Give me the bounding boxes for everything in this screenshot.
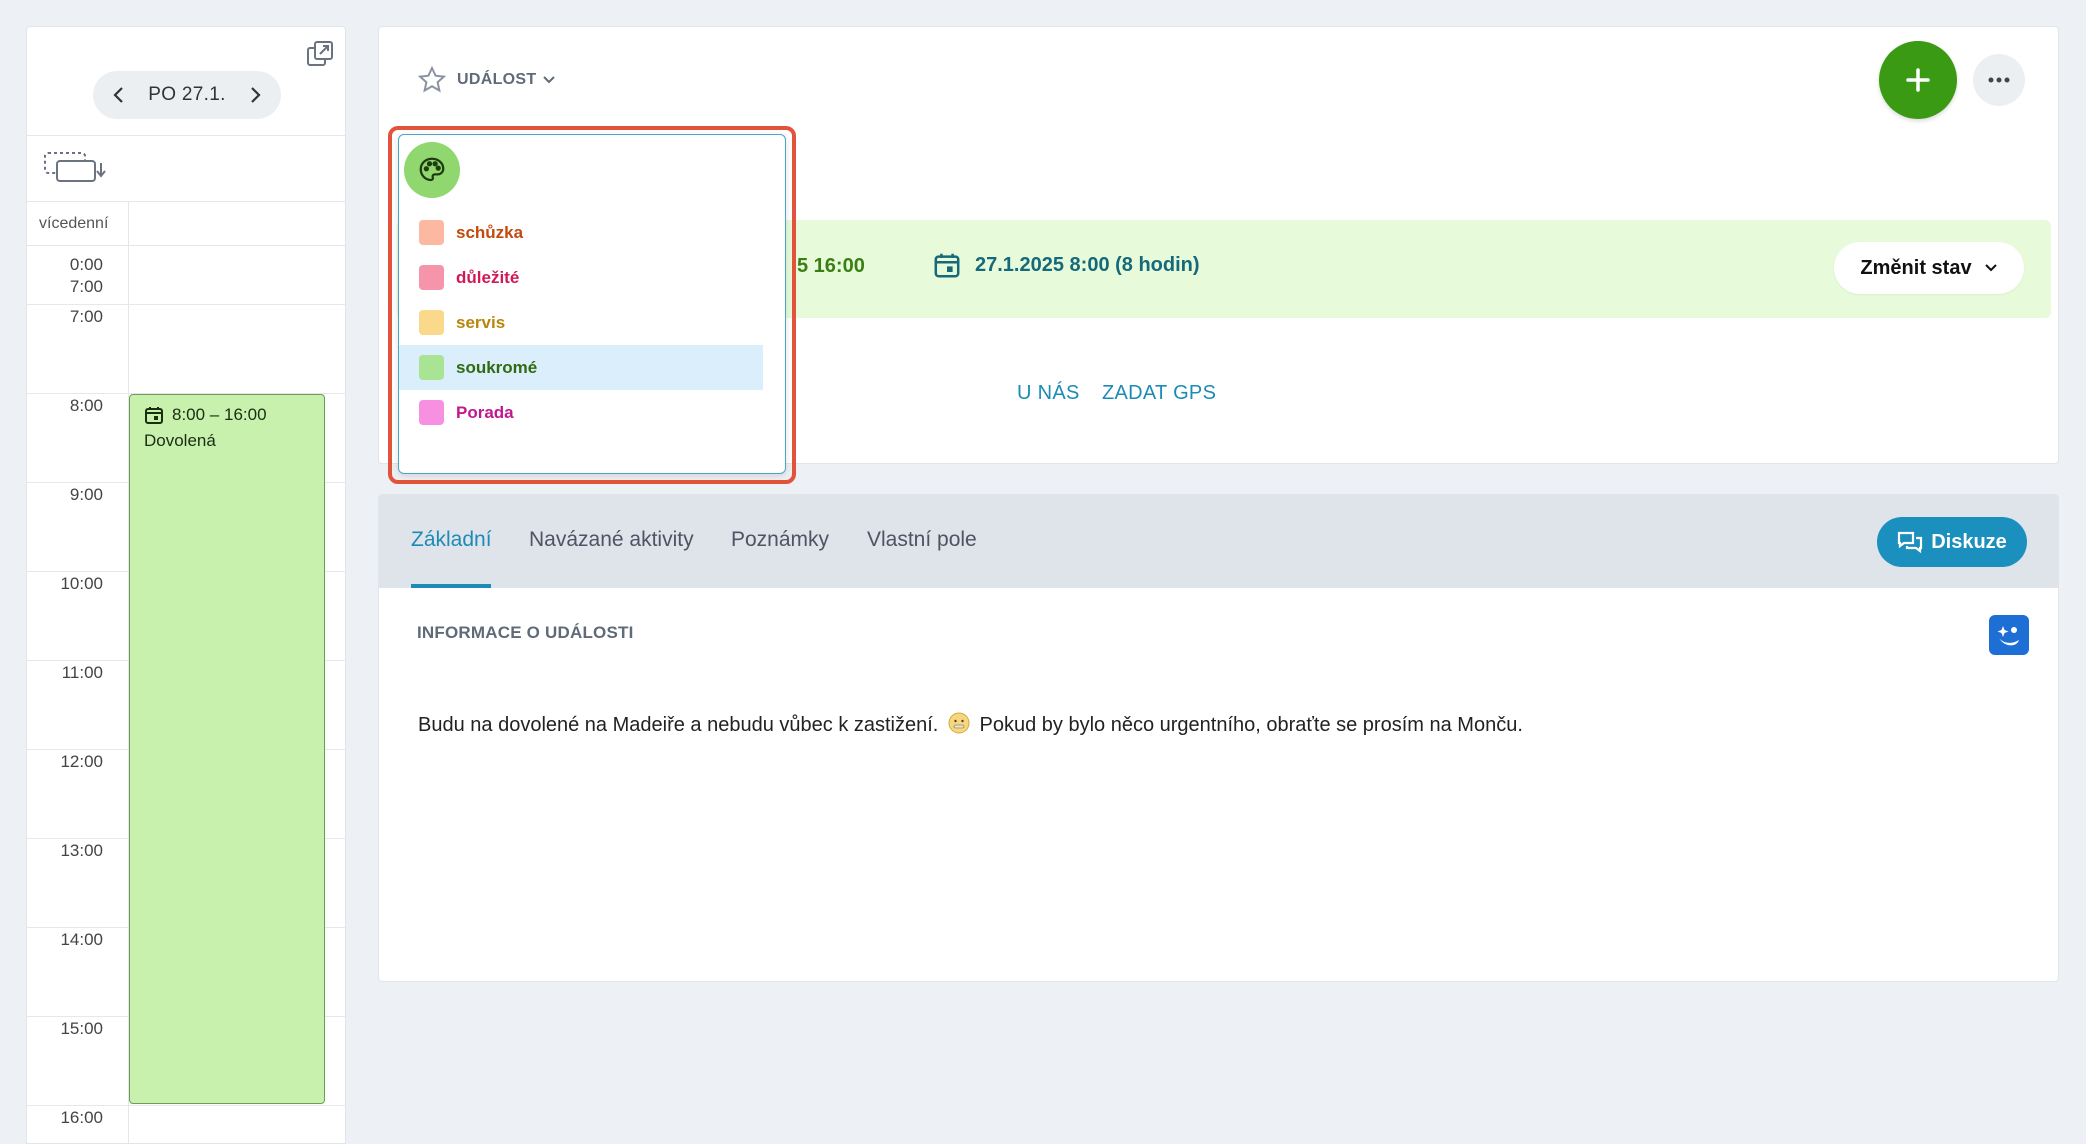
color-option-dulezite[interactable]: důležité <box>399 255 763 300</box>
chat-icon <box>1898 531 1923 554</box>
section-title: INFORMACE O UDÁLOSTI <box>417 623 634 642</box>
more-horizontal-icon <box>1988 77 2010 83</box>
hour-label: 7:00 <box>69 307 103 326</box>
allday-label: vícedenní <box>39 215 109 232</box>
color-swatch <box>419 265 444 290</box>
event-time-row: 8:00 – 16:00 <box>144 405 267 425</box>
chevron-down-icon <box>1984 264 1997 272</box>
color-option-label: soukromé <box>456 357 538 377</box>
tab-bar: Základní Navázané aktivity Poznámky Vlas… <box>379 495 2058 588</box>
location-at-us-link[interactable]: U NÁS <box>1017 382 1080 405</box>
color-option-schuzka[interactable]: schůzka <box>399 210 763 255</box>
color-option-soukrome[interactable]: soukromé <box>399 345 763 390</box>
event-date-range[interactable]: 27.1.2025 8:00 (8 hodin) <box>933 251 1200 279</box>
allday-row: vícedenní <box>27 202 345 245</box>
plus-icon <box>1906 68 1930 92</box>
color-option-porada[interactable]: Porada <box>399 390 763 435</box>
color-palette-button[interactable] <box>404 142 460 198</box>
color-category-dropdown: schůzka důležité servis soukromé Porada <box>398 134 786 474</box>
tab-notes[interactable]: Poznámky <box>731 528 829 552</box>
event-type-label: UDÁLOST <box>457 71 537 88</box>
multiday-toggle-icon[interactable] <box>43 149 107 187</box>
color-option-label: Porada <box>456 402 514 422</box>
event-date-text: 27.1.2025 8:00 (8 hodin) <box>975 253 1200 276</box>
hour-line <box>27 1105 345 1106</box>
day-calendar-panel: PO 27.1. vícedenní 0:00 7:00 7:00 8:00 9… <box>26 26 346 1144</box>
add-button[interactable] <box>1879 41 1957 119</box>
chevron-down-icon <box>543 76 556 84</box>
calendar-icon <box>145 407 163 424</box>
color-swatch <box>419 400 444 425</box>
calendar-icon <box>934 253 960 278</box>
day-navigator: PO 27.1. <box>93 71 281 119</box>
hour-label: 9:00 <box>69 485 103 504</box>
hour-label: 16:00 <box>60 1108 103 1127</box>
divider <box>27 245 345 246</box>
hour-label: 10:00 <box>60 574 103 593</box>
more-options-button[interactable] <box>1973 54 2025 106</box>
ai-assistant-button[interactable] <box>1989 615 2029 655</box>
discussion-button[interactable]: Diskuze <box>1877 517 2027 567</box>
ai-sparkle-icon <box>1997 626 2019 646</box>
color-swatch <box>419 310 444 335</box>
tab-custom-fields[interactable]: Vlastní pole <box>867 528 977 552</box>
collapsed-range-end: 7:00 <box>69 277 103 296</box>
popout-window-icon[interactable] <box>305 39 335 69</box>
color-option-servis[interactable]: servis <box>399 300 763 345</box>
event-title: Dovolená <box>144 431 216 450</box>
shushing-face-emoji-icon <box>948 712 970 740</box>
hour-label: 8:00 <box>69 396 103 415</box>
change-state-button[interactable]: Změnit stav <box>1834 242 2024 294</box>
change-state-label: Změnit stav <box>1860 256 1972 279</box>
palette-icon <box>419 157 445 182</box>
description-text-part2: Pokud by bylo něco urgentního, obraťte s… <box>979 714 1523 736</box>
color-option-label: servis <box>456 312 506 332</box>
event-detail-card: Základní Navázané aktivity Poznámky Vlas… <box>378 494 2059 982</box>
hour-label: 13:00 <box>60 841 103 860</box>
active-tab-indicator <box>411 584 491 588</box>
next-day-button[interactable] <box>243 83 267 107</box>
calendar-event-vacation[interactable]: 8:00 – 16:00 Dovolená <box>129 394 325 1104</box>
hour-label: 12:00 <box>60 752 103 771</box>
discussion-label: Diskuze <box>1931 530 2007 553</box>
event-type-selector[interactable]: UDÁLOST <box>417 65 556 95</box>
tab-linked-activities[interactable]: Navázané aktivity <box>529 528 694 552</box>
hour-label: 15:00 <box>60 1019 103 1038</box>
star-icon <box>417 65 447 93</box>
color-option-label: důležité <box>456 267 520 287</box>
description-text-part1: Budu na dovolené na Madeiře a nebudu vůb… <box>418 714 939 736</box>
divider <box>27 135 345 136</box>
collapsed-range-start: 0:00 <box>69 255 103 274</box>
event-time-partial: 5 16:00 <box>797 255 865 277</box>
hour-label: 14:00 <box>60 930 103 949</box>
previous-day-button[interactable] <box>107 83 131 107</box>
color-swatch <box>419 220 444 245</box>
hour-label: 11:00 <box>61 663 103 682</box>
event-time: 8:00 – 16:00 <box>172 405 267 424</box>
tab-basic[interactable]: Základní <box>411 528 492 552</box>
enter-gps-link[interactable]: ZADAT GPS <box>1102 382 1216 405</box>
hour-line <box>27 304 345 305</box>
current-date-label[interactable]: PO 27.1. <box>148 84 225 106</box>
event-description: Budu na dovolené na Madeiře a nebudu vůb… <box>418 712 1523 740</box>
color-swatch <box>419 355 444 380</box>
color-option-label: schůzka <box>456 222 524 242</box>
